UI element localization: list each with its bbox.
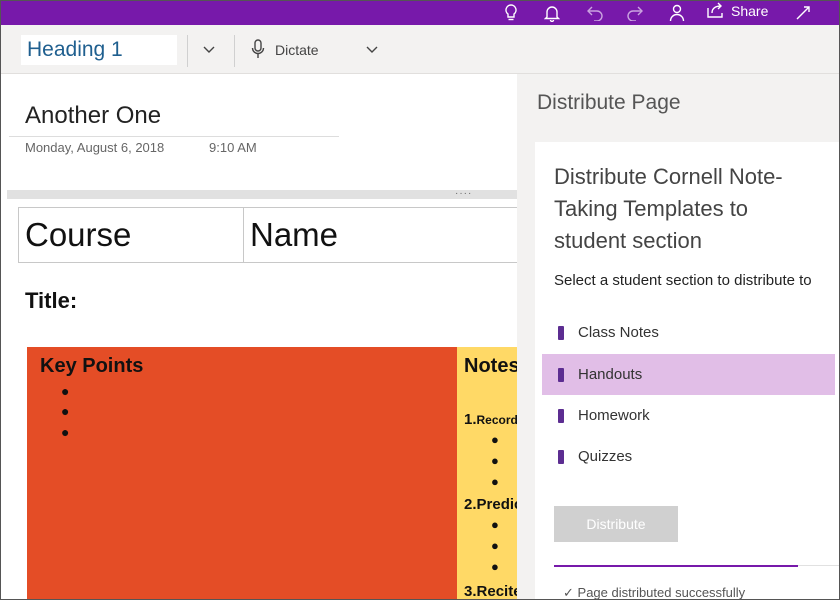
section-label: Class Notes bbox=[578, 324, 659, 341]
notes-item: 3.Recite bbox=[464, 583, 517, 599]
progress-track bbox=[798, 565, 839, 566]
chevron-down-icon bbox=[203, 46, 215, 53]
ribbon-divider bbox=[234, 35, 235, 67]
section-item-quizzes[interactable]: Quizzes bbox=[542, 436, 835, 477]
card-title: Distribute Cornell Note-Taking Templates… bbox=[554, 164, 783, 253]
paragraph-style-box[interactable]: Heading 1 bbox=[21, 35, 177, 65]
undo-icon[interactable] bbox=[585, 1, 605, 25]
title-field-label[interactable]: Title: bbox=[25, 288, 77, 314]
section-item-handouts[interactable]: Handouts bbox=[542, 354, 835, 395]
status-text: Page distributed successfully bbox=[577, 585, 746, 600]
course-cell[interactable]: Course bbox=[19, 208, 244, 262]
page-time: 9:10 AM bbox=[209, 140, 257, 155]
bullet-point: ● bbox=[491, 432, 499, 447]
page-date: Monday, August 6, 2018 bbox=[25, 140, 165, 155]
ribbon-divider bbox=[187, 35, 188, 67]
lightbulb-icon[interactable] bbox=[501, 1, 521, 25]
bullet-point: ● bbox=[491, 559, 499, 574]
style-dropdown-button[interactable] bbox=[197, 35, 221, 65]
progress-bar bbox=[554, 565, 798, 567]
microphone-icon bbox=[251, 38, 265, 62]
key-points-heading: Key Points bbox=[40, 355, 144, 377]
bullet-point: ● bbox=[61, 403, 70, 419]
title-bar: Share bbox=[1, 1, 839, 25]
notes-item: 1.Record bbox=[464, 411, 517, 428]
bullet-point: ● bbox=[61, 424, 70, 440]
note-page-canvas[interactable]: Another One Monday, August 6, 2018 9:10 … bbox=[1, 74, 517, 599]
checkmark-icon: ✓ bbox=[563, 585, 574, 600]
section-icon bbox=[558, 367, 564, 382]
section-icon bbox=[558, 325, 564, 340]
distribute-page-panel: Distribute Page Distribute Cornell Note-… bbox=[517, 74, 839, 599]
expand-icon[interactable] bbox=[793, 1, 813, 25]
course-name-table: Course Name bbox=[18, 207, 517, 263]
section-icon bbox=[558, 449, 564, 464]
section-icon bbox=[558, 408, 564, 423]
chevron-down-icon bbox=[366, 46, 378, 53]
section-label: Handouts bbox=[578, 366, 643, 383]
bullet-point: ● bbox=[491, 474, 499, 489]
bullet-point: ● bbox=[491, 538, 499, 553]
redo-icon[interactable] bbox=[625, 1, 645, 25]
dictate-label: Dictate bbox=[275, 42, 319, 58]
share-icon bbox=[707, 2, 725, 21]
share-button[interactable]: Share bbox=[707, 1, 768, 21]
container-handle[interactable]: ···· bbox=[7, 189, 517, 199]
key-points-cell[interactable]: Key Points ● ● ● bbox=[27, 347, 457, 599]
notes-item: 2.Predict bbox=[464, 496, 517, 513]
ribbon-toolbar: Heading 1 Dictate bbox=[1, 25, 839, 74]
distribute-button[interactable]: Distribute bbox=[554, 506, 678, 542]
section-item-class-notes[interactable]: Class Notes bbox=[542, 312, 835, 353]
bell-icon[interactable] bbox=[542, 1, 562, 25]
person-icon[interactable] bbox=[667, 1, 687, 25]
status-message: ✓ Page distributed successfully bbox=[563, 585, 746, 600]
page-title[interactable]: Another One bbox=[25, 102, 161, 130]
section-label: Quizzes bbox=[578, 448, 633, 465]
section-item-homework[interactable]: Homework bbox=[542, 395, 835, 436]
bullet-point: ● bbox=[491, 517, 499, 532]
bullet-point: ● bbox=[491, 453, 499, 468]
distribute-card: Distribute Cornell Note-Taking Templates… bbox=[535, 142, 839, 600]
panel-title: Distribute Page bbox=[537, 91, 681, 114]
bullet-point: ● bbox=[61, 383, 70, 399]
card-subtitle: Select a student section to distribute t… bbox=[554, 272, 812, 289]
onenote-window: Share Heading 1 Dictate Another One Mond… bbox=[0, 0, 840, 600]
share-label: Share bbox=[731, 3, 769, 19]
title-underline bbox=[9, 136, 339, 137]
notes-cell[interactable]: Notes 1.Record ● ● ● 2.Predict ● ● ● 3.R… bbox=[457, 347, 517, 599]
dictate-button[interactable]: Dictate bbox=[251, 35, 319, 65]
section-label: Homework bbox=[578, 407, 650, 424]
drag-grip-icon[interactable]: ···· bbox=[455, 189, 472, 199]
name-cell[interactable]: Name bbox=[245, 208, 517, 262]
notes-heading: Notes bbox=[464, 355, 517, 377]
dictate-dropdown-button[interactable] bbox=[360, 35, 384, 65]
